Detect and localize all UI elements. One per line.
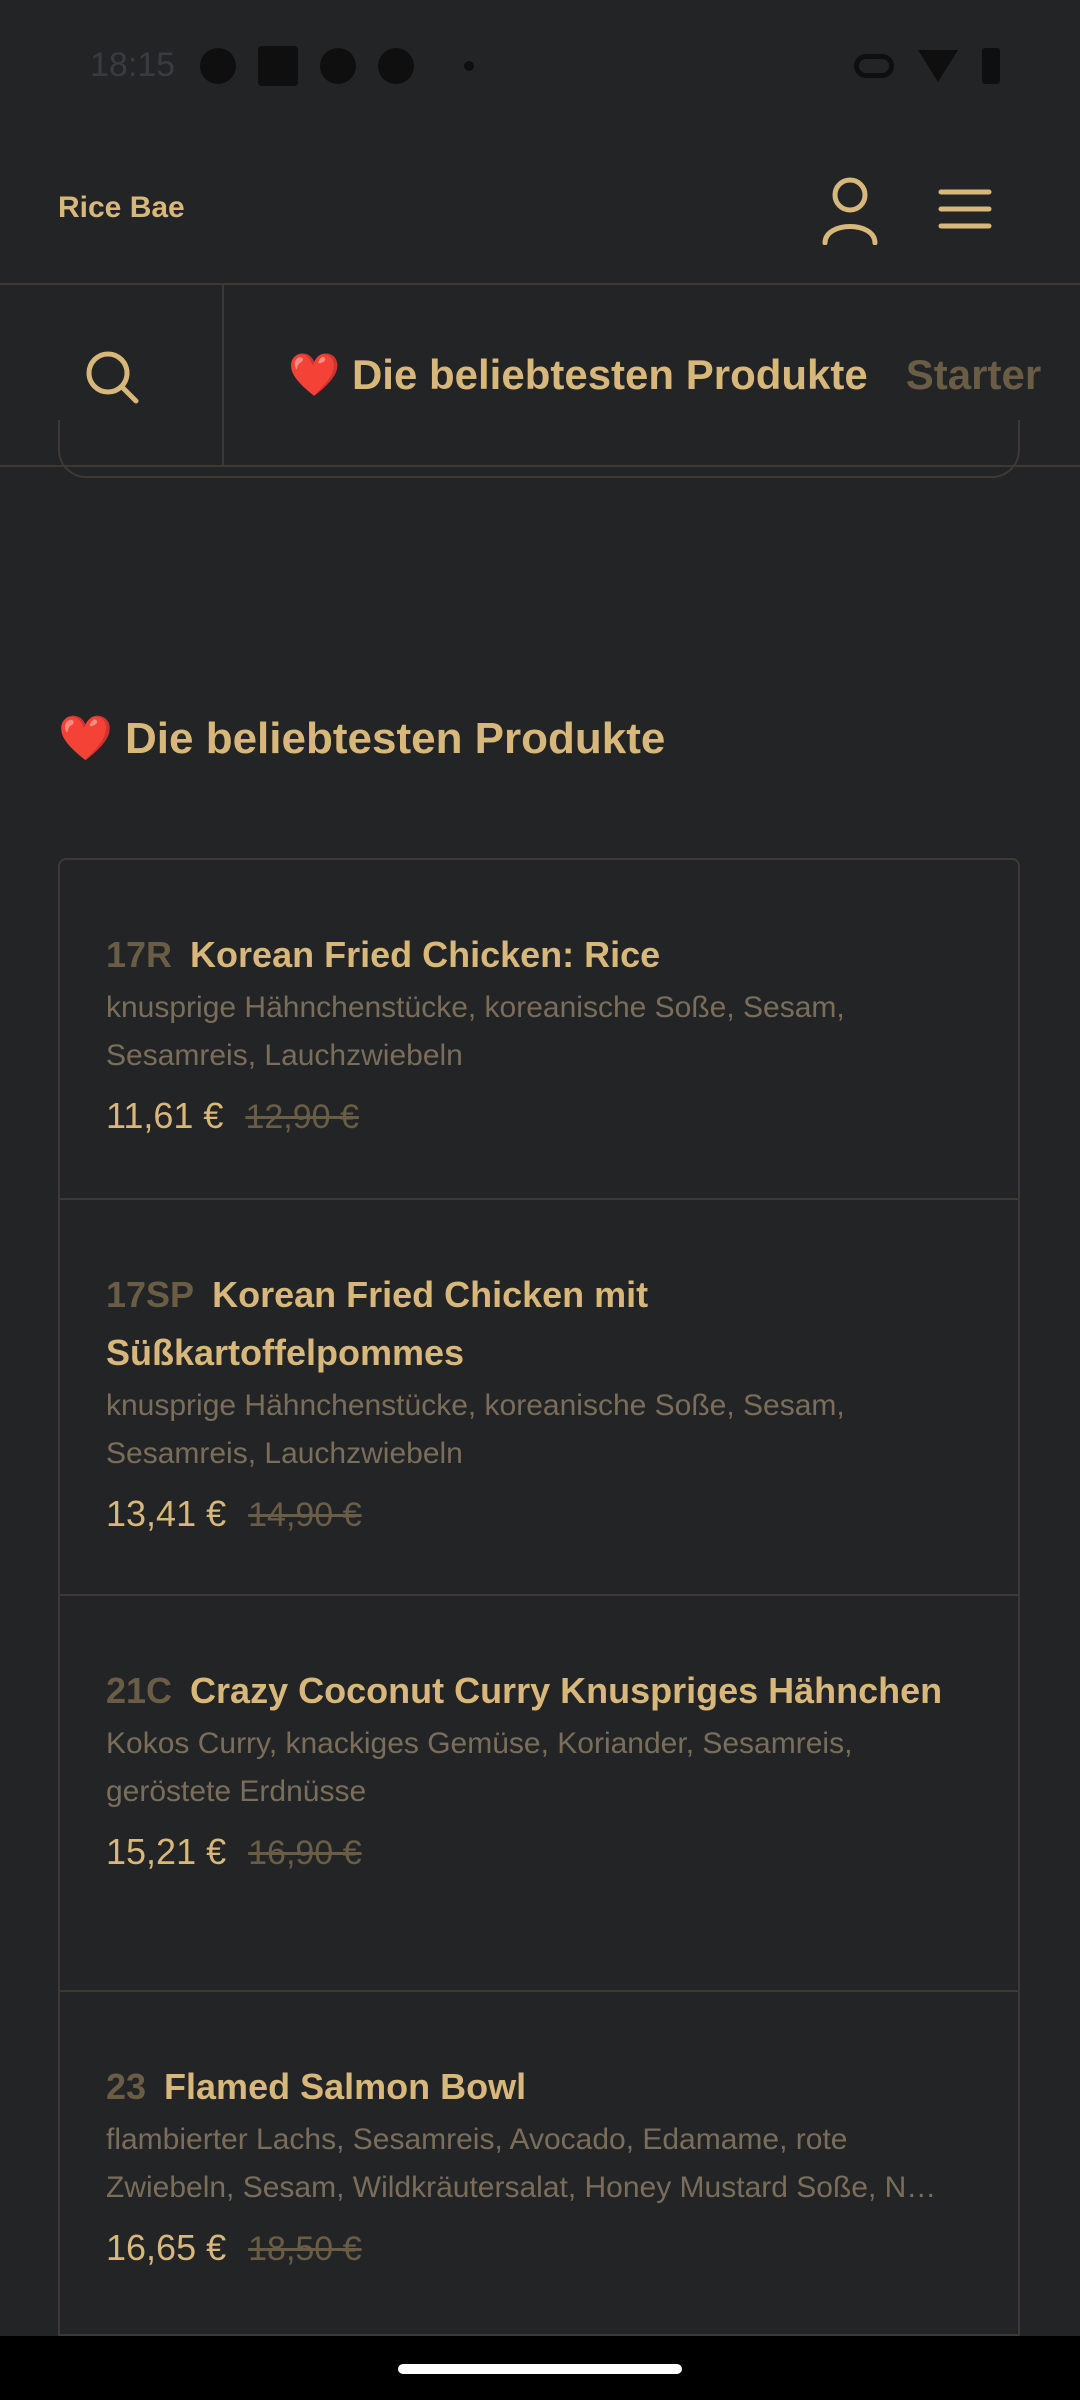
product-title: 17R Korean Fried Chicken: Rice <box>106 926 972 984</box>
brand-logo-text[interactable]: Rice Bae <box>58 191 185 225</box>
previous-card-edge <box>58 420 1020 478</box>
product-price: 11,61 € <box>106 1095 224 1136</box>
product-price: 15,21 € <box>106 1831 227 1872</box>
product-old-price: 18,50 € <box>248 2230 362 2268</box>
product-old-price: 12,90 € <box>245 1098 359 1136</box>
notification-icons <box>200 46 474 86</box>
product-title: 17SP Korean Fried Chicken mit Süßkartoffe… <box>106 1266 972 1382</box>
product-description: knusprige Hähnchenstücke, koreanische So… <box>106 1389 845 1470</box>
home-gesture-handle[interactable] <box>398 2364 682 2374</box>
product-name: Crazy Coconut Curry Knuspriges Hähnchen <box>190 1670 943 1711</box>
product-price: 16,65 € <box>106 2227 227 2268</box>
product-price: 13,41 € <box>106 1493 227 1534</box>
product-item[interactable]: 23 Flamed Salmon Bowl flambierter Lachs, … <box>60 1992 1018 2336</box>
product-name: Flamed Salmon Bowl <box>164 2066 527 2107</box>
product-description: knusprige Hähnchenstücke, koreanische So… <box>106 991 845 1072</box>
product-code: 23 <box>106 2066 147 2107</box>
product-item[interactable]: 21C Crazy Coconut Curry Knuspriges Hähnch… <box>60 1596 1018 1992</box>
product-title: 21C Crazy Coconut Curry Knuspriges Hähnch… <box>106 1662 972 1720</box>
product-item[interactable]: 17SP Korean Fried Chicken mit Süßkartoffe… <box>60 1200 1018 1596</box>
product-price-row: 16,65 € 18,50 € <box>106 2224 972 2273</box>
product-price-row: 13,41 € 14,90 € <box>106 1490 972 1539</box>
app-notification-icon <box>200 48 236 84</box>
product-price-row: 15,21 € 16,90 € <box>106 1828 972 1877</box>
status-bar: 18:15 <box>0 0 1080 135</box>
product-title: 23 Flamed Salmon Bowl <box>106 2058 972 2116</box>
product-code: 17R <box>106 934 173 975</box>
vpn-key-icon <box>854 54 894 78</box>
product-list: 17R Korean Fried Chicken: Rice knusprige … <box>58 858 1020 2338</box>
product-code: 17SP <box>106 1274 195 1315</box>
user-account-icon[interactable] <box>820 175 880 245</box>
product-description: flambierter Lachs, Sesamreis, Avocado, E… <box>106 2123 848 2156</box>
search-icon <box>86 351 139 404</box>
battery-icon <box>982 48 1000 84</box>
system-navigation-bar <box>0 2336 1080 2400</box>
product-old-price: 14,90 € <box>248 1496 362 1534</box>
sync-notification-icon <box>320 48 356 84</box>
tab-popular-products[interactable]: ❤️ Die beliebtesten Produkte <box>288 351 868 400</box>
status-time: 18:15 <box>90 46 176 84</box>
section-title: ❤️ Die beliebtesten Produkte <box>58 714 666 763</box>
tab-starter[interactable]: Starter <box>906 351 1041 399</box>
product-old-price: 16,90 € <box>248 1834 362 1872</box>
product-price-row: 11,61 € 12,90 € <box>106 1092 972 1141</box>
product-code: 21C <box>106 1670 173 1711</box>
product-name: Korean Fried Chicken: Rice <box>190 934 661 975</box>
square-notification-icon <box>258 46 298 86</box>
app-header: Rice Bae <box>0 135 1080 285</box>
more-notifications-dot-icon <box>464 61 474 71</box>
hamburger-menu-icon[interactable] <box>938 187 992 231</box>
product-description: Kokos Curry, knackiges Gemüse, Koriander… <box>106 1727 853 1808</box>
wifi-icon <box>918 50 958 82</box>
system-icons <box>854 48 1000 84</box>
product-item[interactable]: 17R Korean Fried Chicken: Rice knusprige … <box>60 860 1018 1200</box>
lightbulb-icon <box>378 48 414 84</box>
product-description-truncated: Zwiebeln, Sesam, Wildkräutersalat, Honey… <box>106 2171 937 2204</box>
